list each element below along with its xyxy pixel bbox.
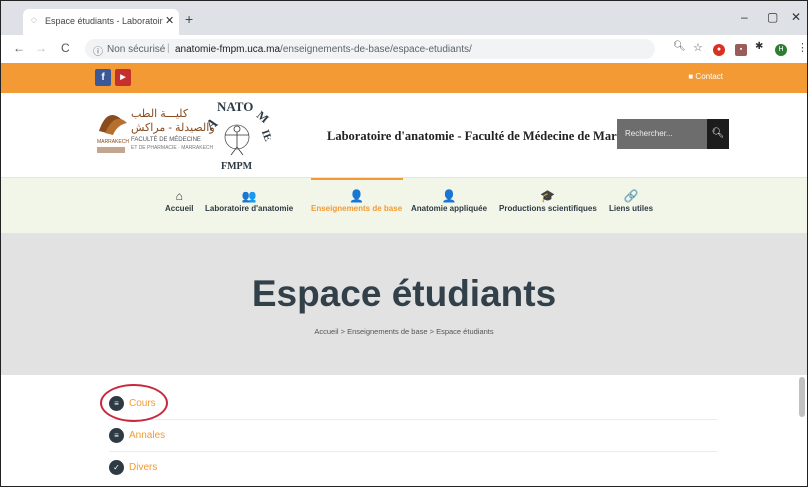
zoom-icon[interactable]: 🔍︎ [673, 41, 686, 52]
contact-link[interactable]: ■ Contact [688, 72, 723, 81]
address-toolbar: ← → C ⓘ Non sécurisé | anatomie-fmpm.uca… [1, 35, 807, 64]
menu-item-liens-utiles[interactable]: 🔗 Liens utiles [609, 188, 653, 213]
active-indicator [311, 178, 403, 180]
logo-french-line-2: ET DE PHARMACIE · MARRAKECH [131, 145, 214, 151]
menu-item-productions[interactable]: 🎓 Productions scientifiques [499, 188, 597, 213]
svg-text:FMPM: FMPM [221, 161, 253, 172]
reload-button[interactable]: C [61, 41, 70, 55]
minimize-button[interactable]: – [741, 10, 748, 24]
logo-french-line-1: FACULTÉ DE MÉDECINE [131, 137, 201, 143]
graduation-cap-icon: 🎓 [540, 189, 556, 203]
menu-label: Accueil [165, 204, 194, 213]
forward-button[interactable]: → [35, 41, 47, 55]
svg-text:A: A [205, 115, 221, 134]
tab-title: Espace étudiants - Laboratoire d [45, 16, 163, 26]
site-topbar: f ▶ ■ Contact [1, 63, 807, 93]
address-bar[interactable]: ⓘ Non sécurisé | anatomie-fmpm.uca.ma/en… [85, 39, 655, 59]
menu-item-laboratoire[interactable]: 👥 Laboratoire d'anatomie [205, 188, 293, 213]
menu-kebab-icon[interactable]: ⋮ [797, 41, 807, 54]
favicon-icon: ◌ [31, 15, 37, 26]
logo-arabic-line-1: كليـــة الطب [131, 108, 189, 120]
menu-label: Enseignements de base [311, 204, 403, 213]
logo-arabic-line-2: والصيدلة - مراكش [131, 122, 215, 134]
security-label: Non sécurisé [107, 44, 166, 55]
main-menu: ⌂ Accueil 👥 Laboratoire d'anatomie 👤 Ens… [1, 177, 807, 234]
adblock-extension-icon[interactable]: ● [713, 44, 725, 56]
menu-item-anatomie-appliquee[interactable]: 👤 Anatomie appliquée [411, 188, 487, 213]
menu-label: Laboratoire d'anatomie [205, 204, 294, 213]
extensions-puzzle-icon[interactable]: ✱ [755, 41, 763, 52]
anatomie-fmpm-logo[interactable]: A NATO M IE FMPM [205, 97, 271, 173]
youtube-icon[interactable]: ▶ [115, 69, 131, 86]
page-title: Espace étudiants [251, 273, 557, 314]
svg-text:IE: IE [259, 128, 271, 143]
check-icon: ✓ [109, 460, 124, 475]
list-item-annales[interactable]: ≡ Annales [109, 421, 717, 452]
list-item-divers[interactable]: ✓ Divers [109, 453, 717, 483]
list-item-cours[interactable]: ≡ Cours [109, 389, 717, 420]
users-icon: 👥 [241, 189, 257, 203]
site-title[interactable]: Laboratoire d'anatomie - Faculté de Méde… [327, 129, 653, 144]
menu-label: Productions scientifiques [499, 204, 597, 213]
info-icon[interactable]: ⓘ [93, 43, 103, 58]
browser-window: ◌ Espace étudiants - Laboratoire d ✕ + –… [0, 0, 808, 487]
contact-label: Contact [695, 72, 723, 81]
mail-icon: ■ [688, 72, 694, 81]
page-hero: Espace étudiants Accueil > Enseignements… [1, 233, 807, 375]
user-icon: 👤 [441, 189, 457, 203]
menu-item-enseignements[interactable]: 👤 Enseignements de base [311, 188, 402, 213]
search-input[interactable]: Rechercher... [617, 119, 707, 149]
browser-tab[interactable]: ◌ Espace étudiants - Laboratoire d ✕ [23, 9, 179, 35]
menu-label: Anatomie appliquée [411, 204, 488, 213]
list-item-label[interactable]: Divers [129, 462, 157, 473]
scrollbar[interactable] [799, 377, 805, 417]
document-icon: ≡ [109, 428, 124, 443]
facebook-icon[interactable]: f [95, 69, 111, 86]
annotation-circle [100, 384, 168, 422]
svg-text:MARRAKECH: MARRAKECH [97, 139, 129, 145]
teacher-icon: 👤 [349, 189, 365, 203]
breadcrumb[interactable]: Accueil > Enseignements de base > Espace… [1, 327, 807, 336]
home-icon: ⌂ [175, 189, 183, 203]
new-tab-button[interactable]: + [185, 11, 193, 27]
maximize-button[interactable]: ▢ [767, 10, 778, 24]
svg-text:NATO: NATO [217, 99, 253, 114]
menu-label: Liens utiles [609, 204, 654, 213]
bookmark-star-icon[interactable]: ☆ [693, 41, 703, 54]
back-button[interactable]: ← [13, 41, 25, 55]
search-icon[interactable]: 🔍︎ [707, 119, 729, 149]
url-text[interactable]: anatomie-fmpm.uca.ma/enseignements-de-ba… [175, 44, 472, 55]
list-item-label[interactable]: Annales [129, 430, 165, 441]
menu-item-accueil[interactable]: ⌂ Accueil [165, 188, 193, 213]
url-path: /enseignements-de-base/espace-etudiants/ [280, 44, 472, 55]
separator: | [167, 43, 170, 54]
tab-bar: ◌ Espace étudiants - Laboratoire d ✕ + –… [1, 1, 807, 35]
svg-text:M: M [254, 108, 271, 126]
close-window-button[interactable]: ✕ [791, 10, 801, 24]
extension-icon[interactable]: ▪ [735, 44, 747, 56]
search-form: Rechercher... 🔍︎ [617, 119, 729, 149]
site-header: MARRAKECH كليـــة الطب والصيدلة - مراكش … [1, 93, 807, 177]
url-host: anatomie-fmpm.uca.ma [175, 44, 281, 55]
link-icon: 🔗 [623, 189, 639, 203]
tab-close-icon[interactable]: ✕ [165, 14, 174, 27]
profile-avatar[interactable]: H [775, 44, 787, 56]
